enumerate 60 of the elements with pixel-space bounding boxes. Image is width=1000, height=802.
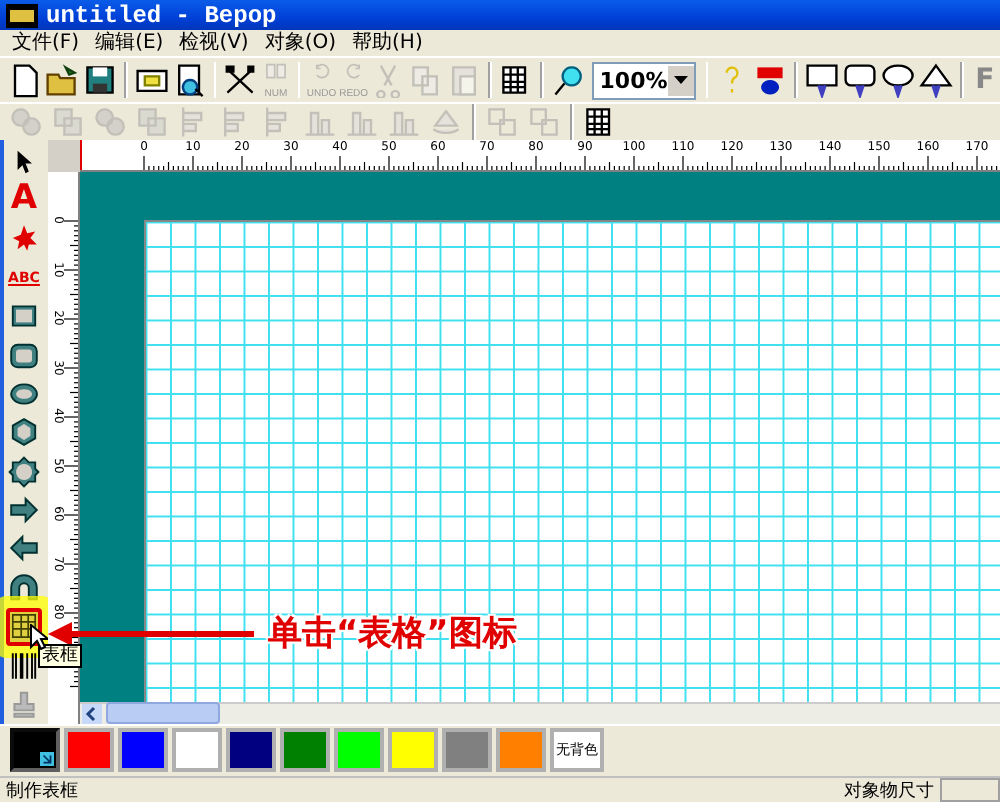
save-icon <box>82 62 118 99</box>
menu-item[interactable]: 对象(O) <box>264 30 337 57</box>
menu-item[interactable]: 帮助(H) <box>352 30 423 57</box>
squares-icon <box>134 104 170 141</box>
status-text: 制作表框 <box>6 779 80 802</box>
color-swatch[interactable] <box>280 728 330 773</box>
color-swatch[interactable] <box>64 728 114 773</box>
open-icon <box>44 62 80 99</box>
color-swatch[interactable] <box>388 728 438 773</box>
balloon-spike-icon <box>918 62 955 99</box>
color-swatch[interactable] <box>496 728 546 773</box>
balloon-spike-button[interactable] <box>918 58 955 103</box>
roundrect-icon <box>8 339 40 371</box>
circles-icon <box>92 104 128 141</box>
squares-icon <box>50 104 86 141</box>
menu-item[interactable]: 编辑(E) <box>95 30 164 57</box>
group-icon <box>484 104 520 141</box>
menu-item[interactable]: 文件(F) <box>12 30 80 57</box>
menu-item[interactable]: 检视(V) <box>179 30 249 57</box>
arrow-right-icon <box>8 494 40 527</box>
color-swatch[interactable] <box>10 728 60 773</box>
scroll-left-icon[interactable] <box>82 703 102 724</box>
tooltip: 表框 <box>38 644 82 669</box>
rect-icon <box>8 300 40 333</box>
scrollbar-thumb[interactable] <box>106 702 220 725</box>
zoom-dropdown[interactable]: 100% <box>591 61 696 100</box>
color-swatch[interactable] <box>226 728 276 773</box>
color-swatch[interactable] <box>334 728 384 773</box>
window-title: untitled - Bepop <box>46 1 277 30</box>
color-swatch[interactable] <box>118 728 168 773</box>
balloon-rect-icon <box>804 62 841 99</box>
balloon-round-icon <box>842 62 879 99</box>
hexagon-tool[interactable] <box>6 413 42 452</box>
octagon-icon <box>8 455 40 488</box>
app-icon <box>6 3 38 28</box>
ruler-corner <box>48 140 80 173</box>
tools-icon <box>222 62 259 99</box>
zoom-icon <box>549 62 586 99</box>
color-swatch[interactable] <box>442 728 492 773</box>
group-icon <box>526 104 562 141</box>
octagon-tool[interactable] <box>6 452 42 491</box>
size-field <box>940 778 1000 802</box>
stamp-icon <box>8 688 40 721</box>
barcode-icon <box>8 649 40 682</box>
balloon-cloud-button[interactable] <box>880 58 917 103</box>
fill-icon <box>40 752 54 767</box>
caret-icon <box>673 76 688 85</box>
balloon-cloud-icon <box>880 62 917 99</box>
text-tool[interactable]: A <box>6 180 42 219</box>
burst-icon <box>8 222 40 255</box>
circles-icon <box>8 104 44 141</box>
ellipse-icon <box>8 377 40 410</box>
badge-icon <box>752 62 789 99</box>
horizontal-scrollbar[interactable] <box>80 701 1000 724</box>
arrow-left-icon <box>8 532 40 565</box>
size-label: 对象物尺寸 <box>844 779 934 802</box>
hexagon-icon <box>8 416 40 449</box>
color-swatch[interactable] <box>172 728 222 773</box>
balloon-rect-button[interactable] <box>804 58 841 103</box>
balloon-round-button[interactable] <box>842 58 879 103</box>
